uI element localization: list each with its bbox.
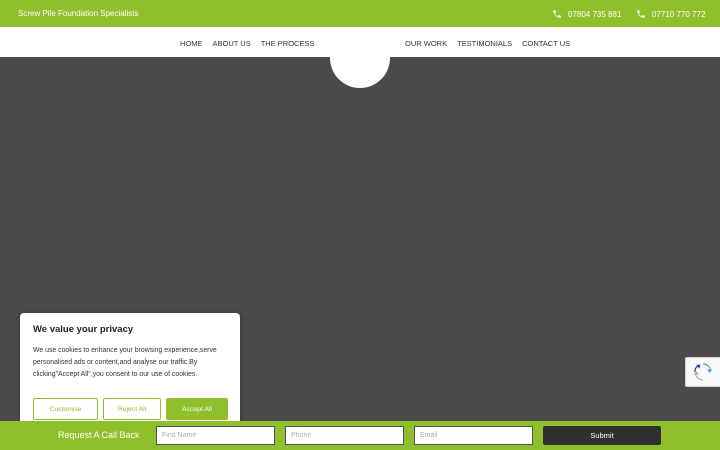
logo[interactable] (330, 28, 390, 88)
phone-number-1: 07804 735 881 (568, 9, 622, 19)
cookie-buttons: Customise Reject All Accept All (33, 398, 228, 420)
cookie-consent-banner: We value your privacy We use cookies to … (20, 313, 240, 430)
submit-button[interactable]: Submit (543, 426, 661, 445)
nav-home[interactable]: HOME (180, 39, 203, 48)
accept-all-button[interactable]: Accept All (166, 398, 228, 420)
first-name-input[interactable]: First Name (156, 426, 275, 445)
tagline: Screw Pile Foundation Specialists (18, 9, 139, 18)
email-input[interactable]: Email (414, 426, 533, 445)
cookie-body: We use cookies to enhance your browsing … (33, 347, 217, 378)
phone-icon (553, 10, 561, 18)
reject-all-button[interactable]: Reject All (103, 398, 161, 420)
phone-input[interactable]: Phone (285, 426, 404, 445)
recaptcha-icon (693, 363, 713, 381)
cookie-title: We value your privacy (33, 324, 134, 335)
phone-link-1[interactable]: 07804 735 881 (552, 9, 621, 19)
nav-right-group: OUR WORK TESTIMONIALS CONTACT US (405, 39, 570, 48)
nav-about-us[interactable]: ABOUT US (213, 39, 251, 48)
phone-icon (637, 10, 645, 18)
nav-contact-us[interactable]: CONTACT US (522, 39, 570, 48)
callback-bar: Request A Call Back First Name Phone Ema… (0, 421, 720, 450)
nav-testimonials[interactable]: TESTIMONIALS (457, 39, 512, 48)
customise-button[interactable]: Customise (33, 398, 98, 420)
recaptcha-badge[interactable] (685, 357, 720, 387)
nav-left-group: HOME ABOUT US THE PROCESS (180, 39, 314, 48)
nav-our-work[interactable]: OUR WORK (405, 39, 447, 48)
top-bar: Screw Pile Foundation Specialists 07804 … (0, 0, 720, 27)
nav-the-process[interactable]: THE PROCESS (261, 39, 315, 48)
callback-label: Request A Call Back (58, 430, 140, 440)
phone-number-2: 07710 770 772 (652, 9, 706, 19)
phone-link-2[interactable]: 07710 770 772 (636, 9, 705, 19)
